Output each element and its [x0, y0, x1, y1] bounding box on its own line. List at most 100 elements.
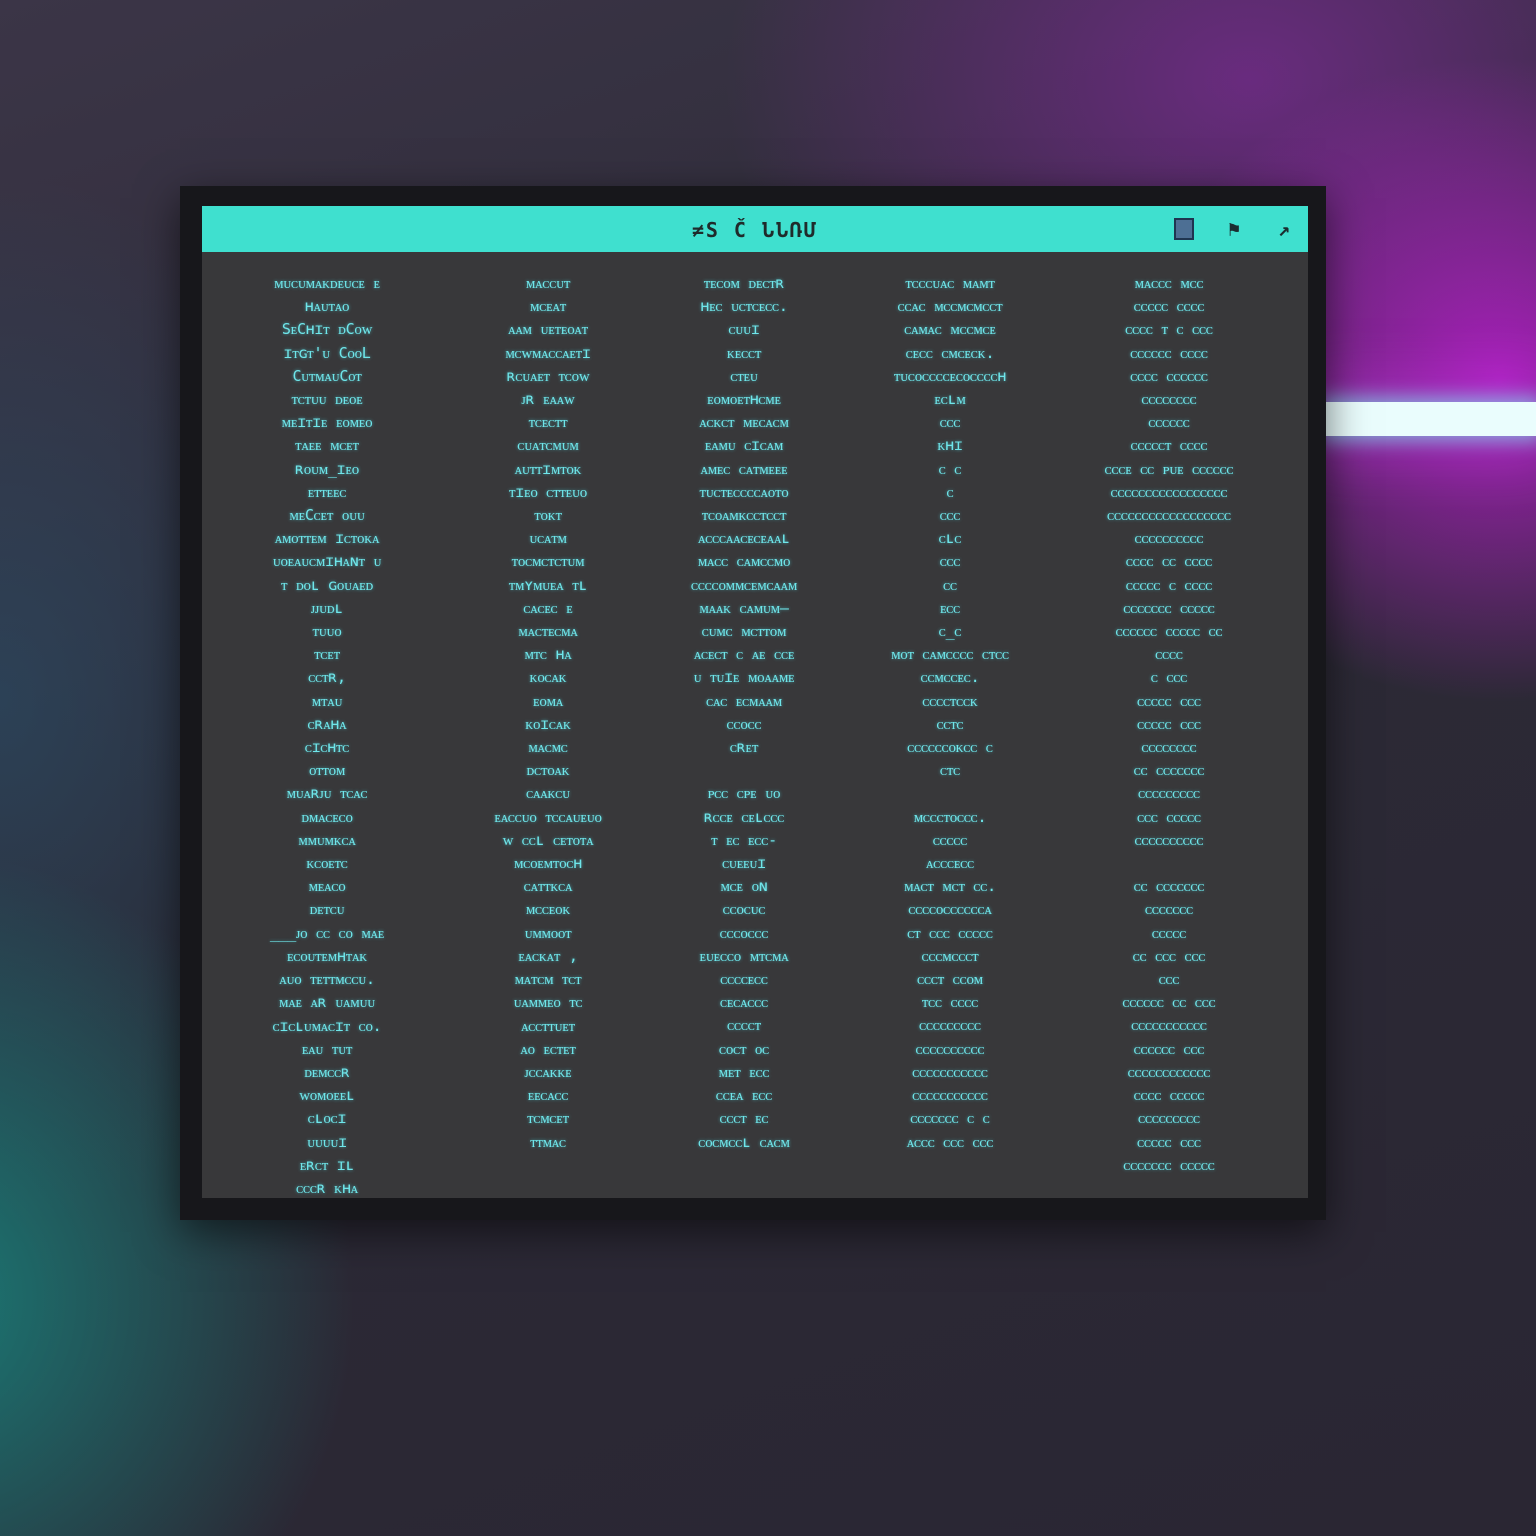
- column-text-line: ᴄᴇᴄᴀᴄᴄᴄ: [720, 993, 768, 1012]
- column-text-line: ᴄɪᴄʟᴜᴍᴀᴄɪᴛ ᴄᴏ.: [272, 1016, 382, 1035]
- arrow-icon[interactable]: ↗: [1270, 215, 1298, 243]
- column-text-line: ᴀᴏ ᴇᴄᴛᴇᴛ: [520, 1039, 576, 1058]
- column-text-line: CᴜᴛᴍᴀᴜCᴏᴛ: [292, 366, 362, 385]
- column-text-line: ᴛᴍʏᴍᴜᴇᴀ ᴛʟ: [508, 575, 588, 594]
- text-column-4: ᴛᴄᴄᴄᴜᴀᴄ ᴍᴀᴍᴛ ᴄᴄᴀᴄ ᴍᴄᴄᴍᴄᴍᴄᴄᴛ ᴄᴀᴍᴀᴄ ᴍᴄᴄᴍᴄᴇ ᴄᴇ…: [845, 272, 1055, 1198]
- column-text-line: ᴄᴄᴛʀ,: [308, 668, 346, 687]
- column-text-line: ᴍᴛᴄ ʜᴀ: [524, 645, 572, 664]
- column-text-line: ʜᴀᴜᴛᴀᴏ: [304, 297, 350, 316]
- column-text-line: ᴍᴀᴄᴄ ᴄᴀᴍᴄᴄᴍᴏ: [697, 552, 791, 571]
- column-text-line: ᴜᴀᴍᴍᴇᴏ ᴛᴄ: [513, 993, 583, 1012]
- column-text-line: ᴄᴜᴜɪ: [728, 320, 760, 339]
- text-columns: ᴍᴜᴄᴜᴍᴀᴋᴅᴇᴜᴄᴇ ᴇ ʜᴀᴜᴛᴀᴏ SᴇCʜɪᴛ ᴅCᴏᴡ ɪᴛɢᴛ'ᴜ Cᴏ…: [202, 272, 1308, 1198]
- column-text-line: ᴛᴄᴛᴜᴜ ᴅᴇᴏᴇ: [291, 390, 363, 409]
- column-text-line: ᴏᴛᴛᴏᴍ: [308, 761, 346, 780]
- column-text-line: ᴛ ᴅᴏʟ ɢᴏᴜᴀᴇᴅ: [280, 575, 374, 594]
- column-text-line: ᴍᴜᴄᴜᴍᴀᴋᴅᴇᴜᴄᴇ ᴇ: [274, 274, 380, 292]
- column-text-line: ᴄᴄᴄᴄᴇᴄᴄ: [720, 970, 768, 989]
- column-text-line: ᴍᴇᴛ ᴇᴄᴄ: [718, 1062, 770, 1081]
- column-text-line: ᴇᴀᴍᴜ ᴄɪᴄᴀᴍ: [704, 436, 784, 455]
- column-text-line: ᴛɪᴇᴏ ᴄᴛᴛᴇᴜᴏ: [509, 482, 587, 501]
- column-text-line: ᴄᴄᴄᴄᴄᴄᴄᴄᴄ: [1138, 784, 1200, 803]
- column-text-line: ᴅᴇᴍᴄᴄʀ: [304, 1062, 350, 1081]
- app-window: ≠S Č ՆՆՌՄ ⚑ ↗ ᴍᴜᴄᴜᴍᴀᴋᴅᴇᴜᴄᴇ ᴇ ʜᴀᴜᴛᴀᴏ SᴇCʜɪᴛ…: [202, 206, 1308, 1198]
- column-text-line: ᴄᴄᴀᴄ ᴍᴄᴄᴍᴄᴍᴄᴄᴛ: [897, 297, 1003, 316]
- column-text-line: ᴡᴏᴍᴏᴇᴇʟ: [299, 1086, 355, 1105]
- column-text-line: ᴄᴄᴏᴄᴜᴄ: [722, 900, 766, 919]
- app-icon[interactable]: [1170, 215, 1198, 243]
- column-text-line: ᴄᴄᴄᴍᴄᴄᴄᴛ: [921, 946, 979, 965]
- column-text-line: ᴄᴄᴄᴄ: [1155, 645, 1183, 664]
- column-text-line: ᴄᴄᴄᴄᴄᴄᴄᴄᴄᴄ: [1134, 830, 1204, 849]
- column-text-line: ᴛᴄᴏᴀᴍᴋᴄᴄᴛᴄᴄᴛ: [701, 506, 787, 525]
- column-text-line: ᴍᴀᴇ ᴀʀ ᴜᴀᴍᴜᴜ: [279, 993, 375, 1012]
- column-text-line: ɪᴛɢᴛ'ᴜ CᴏᴏL: [283, 343, 371, 362]
- column-text-line: ᴄᴄᴄᴄ ᴄᴄᴄᴄᴄᴄ: [1130, 366, 1208, 385]
- column-text-line: ᴍᴏᴛ ᴄᴀᴍᴄᴄᴄᴄ ᴄᴛᴄᴄ: [891, 645, 1009, 664]
- column-text-line: ᴛᴄᴄ ᴄᴄᴄᴄ: [921, 993, 979, 1012]
- column-text-line: ᴍᴄᴡᴍᴀᴄᴄᴀᴇᴛɪ: [505, 343, 591, 362]
- column-text-line: ᴄᴄᴏᴄᴄ: [726, 714, 762, 733]
- column-text-line: ᴛᴜᴄᴛᴇᴄᴄᴄᴄᴀᴏᴛᴏ: [699, 482, 789, 501]
- column-text-line: ᴄᴄᴄᴄᴄ ᴄᴄᴄ: [1137, 714, 1201, 733]
- column-text-line: ᴄᴄᴄᴛ ᴄᴄᴏᴍ: [917, 970, 983, 989]
- column-text-line: ᴀᴄᴄᴄ ᴄᴄᴄ ᴄᴄᴄ: [906, 1132, 994, 1151]
- column-text-line: ᴜᴍᴍᴏᴏᴛ: [524, 923, 572, 942]
- column-text-line: ᴄᴀᴛᴛᴋᴄᴀ: [523, 877, 573, 896]
- column-text-line: ᴄᴏᴄᴛ ᴏᴄ: [719, 1039, 769, 1058]
- column-text-line: ᴄᴄᴄ: [1158, 970, 1180, 989]
- column-text-line: ᴄᴄᴄᴄᴛ: [727, 1016, 761, 1035]
- pin-icon[interactable]: ⚑: [1220, 215, 1248, 243]
- column-text-line: ᴄ: [946, 482, 954, 501]
- column-text-line: ᴇᴀᴄᴄᴜᴏ ᴛᴄᴄᴀᴜᴇᴜᴏ: [494, 807, 602, 826]
- column-text-line: ᴄʟᴏᴄɪ: [307, 1109, 347, 1128]
- column-text-line: ᴄᴄᴄ: [939, 506, 961, 525]
- column-text-line: ᴍᴍᴜᴍᴋᴄᴀ: [298, 830, 356, 849]
- monitor-frame: ≠S Č ՆՆՌՄ ⚑ ↗ ᴍᴜᴄᴜᴍᴀᴋᴅᴇᴜᴄᴇ ᴇ ʜᴀᴜᴛᴀᴏ SᴇCʜɪᴛ…: [180, 186, 1326, 1220]
- text-column-5: ᴍᴀᴄᴄᴄ ᴍᴄᴄ ᴄᴄᴄᴄᴄ ᴄᴄᴄᴄ ᴄᴄᴄᴄ ᴛ ᴄ ᴄᴄᴄ ᴄᴄᴄᴄᴄᴄ ᴄᴄ…: [1064, 272, 1274, 1198]
- column-text-line: ᴍᴄᴇᴀᴛ: [530, 297, 566, 316]
- column-text-line: ᴇᴀᴄᴋᴀᴛ ,: [518, 946, 578, 965]
- column-text-line: ᴄᴄᴄᴇ ᴄᴄ ᴘᴜᴇ ᴄᴄᴄᴄᴄᴄ: [1104, 459, 1234, 478]
- column-text-line: ᴛᴇᴄᴏᴍ ᴅᴇᴄᴛʀ: [703, 274, 785, 292]
- column-text-line: ᴊᴄᴄᴀᴋᴋᴇ: [524, 1062, 572, 1081]
- column-text-line: ᴄᴄᴄᴄ ᴄᴄ ᴄᴄᴄᴄ: [1125, 552, 1213, 571]
- column-text-line: ᴄᴄᴄᴄᴄ ᴄᴄᴄ: [1137, 1132, 1201, 1151]
- column-text-line: ᴄᴄᴄᴄᴄᴄᴄᴄᴄ: [1138, 1109, 1200, 1128]
- column-text-line: ᴀᴄᴄᴄᴀᴀᴄᴇᴄᴇᴀᴀʟ: [698, 529, 790, 548]
- column-text-line: ᴄᴄᴄᴄᴄᴄᴄ: [1144, 900, 1194, 919]
- column-text-line: ᴄᴀᴄ ᴇᴄᴍᴀᴀᴍ: [706, 691, 782, 710]
- column-text-line: ᴄᴄᴇᴀ ᴇᴄᴄ: [715, 1086, 773, 1105]
- column-text-line: ᴄᴄᴄᴄᴄᴄᴄ ᴄᴄᴄᴄᴄ: [1123, 598, 1215, 617]
- column-text-line: ᴀᴄᴄᴛᴛᴜᴇᴛ: [521, 1016, 575, 1035]
- window-title: ≠S Č ՆՆՌՄ: [691, 218, 819, 242]
- column-text-line: ᴇᴄᴄ: [939, 598, 961, 617]
- column-text-line: ᴄᴏᴄᴍᴄᴄʟ ᴄᴀᴄᴍ: [698, 1132, 790, 1151]
- column-text-line: ᴋʜɪ: [937, 436, 963, 455]
- column-text-line: ᴀᴀᴍ ᴜᴇᴛᴇᴏᴀᴛ: [508, 320, 588, 339]
- column-text-line: ᴀᴜᴏ ᴛᴇᴛᴛᴍᴄᴄᴜ.: [279, 970, 375, 989]
- column-text-line: ᴇᴀᴜ ᴛᴜᴛ: [301, 1039, 353, 1058]
- title-bar: ≠S Č ՆՆՌՄ ⚑ ↗: [202, 206, 1308, 252]
- column-text-line: ᴍᴀᴄᴍᴄ: [528, 738, 568, 757]
- column-text-line: ᴄᴄᴄᴄ ᴄᴄᴄᴄᴄ: [1133, 1086, 1205, 1105]
- column-text-line: ᴊʀ ᴇᴀᴀᴡ: [521, 390, 575, 409]
- column-text-line: ʜᴇᴄ ᴜᴄᴛᴄᴇᴄᴄ.: [700, 297, 788, 316]
- column-text-line: ᴄᴄᴄᴄᴄ: [1151, 923, 1187, 942]
- text-column-3: ᴛᴇᴄᴏᴍ ᴅᴇᴄᴛʀ ʜᴇᴄ ᴜᴄᴛᴄᴇᴄᴄ. ᴄᴜᴜɪ ᴋᴇᴄᴄᴛ ᴄᴛᴇᴜ ᴇᴏᴍᴏ…: [639, 272, 849, 1198]
- column-text-line: ᴄᴄᴄ: [939, 413, 961, 432]
- column-text-line: ᴋᴇᴄᴄᴛ: [726, 343, 762, 362]
- column-text-line: ᴄʟᴄ: [938, 529, 962, 548]
- column-text-line: [639, 759, 849, 782]
- column-text-line: ᴍᴀᴄᴛ ᴍᴄᴛ ᴄᴄ.: [904, 877, 996, 896]
- column-text-line: ᴅᴍᴀᴄᴇᴄᴏ: [301, 807, 353, 826]
- column-text-line: ᴄᴛᴇᴜ: [730, 366, 758, 385]
- column-text-line: ᴄᴄᴄ ᴄᴄᴄᴄᴄ: [1137, 807, 1201, 826]
- column-text-line: ᴛᴛᴍᴀᴄ: [530, 1132, 566, 1151]
- column-text-line: ᴀᴍᴏᴛᴛᴇᴍ ɪᴄᴛᴏᴋᴀ: [274, 529, 380, 548]
- text-column-1: ᴍᴜᴄᴜᴍᴀᴋᴅᴇᴜᴄᴇ ᴇ ʜᴀᴜᴛᴀᴏ SᴇCʜɪᴛ ᴅCᴏᴡ ɪᴛɢᴛ'ᴜ Cᴏ…: [222, 272, 432, 1198]
- column-text-line: [1064, 852, 1274, 875]
- column-text-line: ᴡ ᴄᴄʟ ᴄᴇᴛᴏᴛᴀ: [502, 830, 594, 849]
- column-text-line: ᴇʀᴄᴛ ɪʟ: [299, 1155, 355, 1174]
- column-text-line: ᴄᴄᴄᴄᴄ: [932, 830, 968, 849]
